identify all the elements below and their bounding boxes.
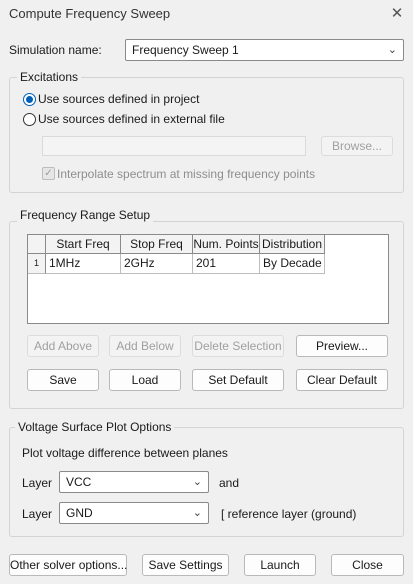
layer1-label: Layer — [22, 476, 53, 490]
simulation-name-label: Simulation name: — [9, 43, 102, 57]
other-solver-options-button[interactable]: Other solver options... — [9, 554, 127, 576]
save-settings-button[interactable]: Save Settings — [142, 554, 229, 576]
launch-button[interactable]: Launch — [244, 554, 316, 576]
layer2-value: GND — [66, 506, 93, 520]
excitations-title: Excitations — [17, 70, 82, 84]
frequency-range-title: Frequency Range Setup — [17, 208, 154, 222]
table-cell-distribution[interactable]: By Decade — [260, 254, 325, 274]
voltage-plot-description: Plot voltage difference between planes — [22, 446, 228, 460]
table-cell-num-points[interactable]: 201 — [193, 254, 260, 274]
radio-use-external-file[interactable] — [23, 113, 36, 126]
window-title: Compute Frequency Sweep — [9, 6, 171, 21]
save-button[interactable]: Save — [27, 369, 99, 391]
column-header-num-points[interactable]: Num. Points — [193, 235, 260, 254]
chevron-down-icon: ⌄ — [192, 507, 202, 519]
voltage-plot-title: Voltage Surface Plot Options — [15, 420, 175, 434]
preview-button[interactable]: Preview... — [296, 335, 388, 357]
simulation-name-combobox[interactable]: Frequency Sweep 1 ⌄ — [125, 39, 404, 61]
frequency-range-table[interactable]: Start Freq Stop Freq Num. Points Distrib… — [27, 234, 389, 324]
set-default-button[interactable]: Set Default — [192, 369, 284, 391]
and-label: and — [219, 476, 240, 490]
layer1-value: VCC — [66, 475, 92, 489]
table-cell-stop-freq[interactable]: 2GHz — [121, 254, 193, 274]
table-cell-start-freq[interactable]: 1MHz — [46, 254, 121, 274]
add-above-button: Add Above — [27, 335, 99, 357]
radio-use-external-file-label: Use sources defined in external file — [38, 112, 225, 126]
interpolate-label: Interpolate spectrum at missing frequenc… — [57, 167, 316, 181]
column-header-distribution[interactable]: Distribution — [260, 235, 325, 254]
table-corner-header — [28, 235, 46, 254]
column-header-stop-freq[interactable]: Stop Freq — [121, 235, 193, 254]
load-button[interactable]: Load — [109, 369, 181, 391]
row-number[interactable]: 1 — [28, 254, 46, 274]
layer1-combobox[interactable]: VCC ⌄ — [59, 471, 209, 493]
browse-button: Browse... — [321, 136, 393, 156]
title-bar: Compute Frequency Sweep ✕ — [0, 0, 413, 28]
add-below-button: Add Below — [109, 335, 181, 357]
column-header-start-freq[interactable]: Start Freq — [46, 235, 121, 254]
delete-selection-button: Delete Selection — [192, 335, 284, 357]
clear-default-button[interactable]: Clear Default — [296, 369, 388, 391]
reference-layer-note: [ reference layer (ground) — [221, 507, 357, 521]
interpolate-checkbox: ✓ — [42, 167, 55, 180]
checkmark-icon: ✓ — [44, 168, 53, 179]
layer2-combobox[interactable]: GND ⌄ — [59, 502, 209, 524]
external-file-path-input — [42, 136, 306, 156]
chevron-down-icon: ⌄ — [192, 476, 202, 488]
close-button[interactable]: Close — [331, 554, 404, 576]
chevron-down-icon: ⌄ — [387, 44, 397, 56]
radio-use-project-sources[interactable] — [23, 93, 36, 106]
simulation-name-value: Frequency Sweep 1 — [132, 43, 239, 57]
layer2-label: Layer — [22, 507, 53, 521]
close-icon[interactable]: ✕ — [386, 3, 408, 25]
radio-use-project-sources-label: Use sources defined in project — [38, 92, 200, 106]
